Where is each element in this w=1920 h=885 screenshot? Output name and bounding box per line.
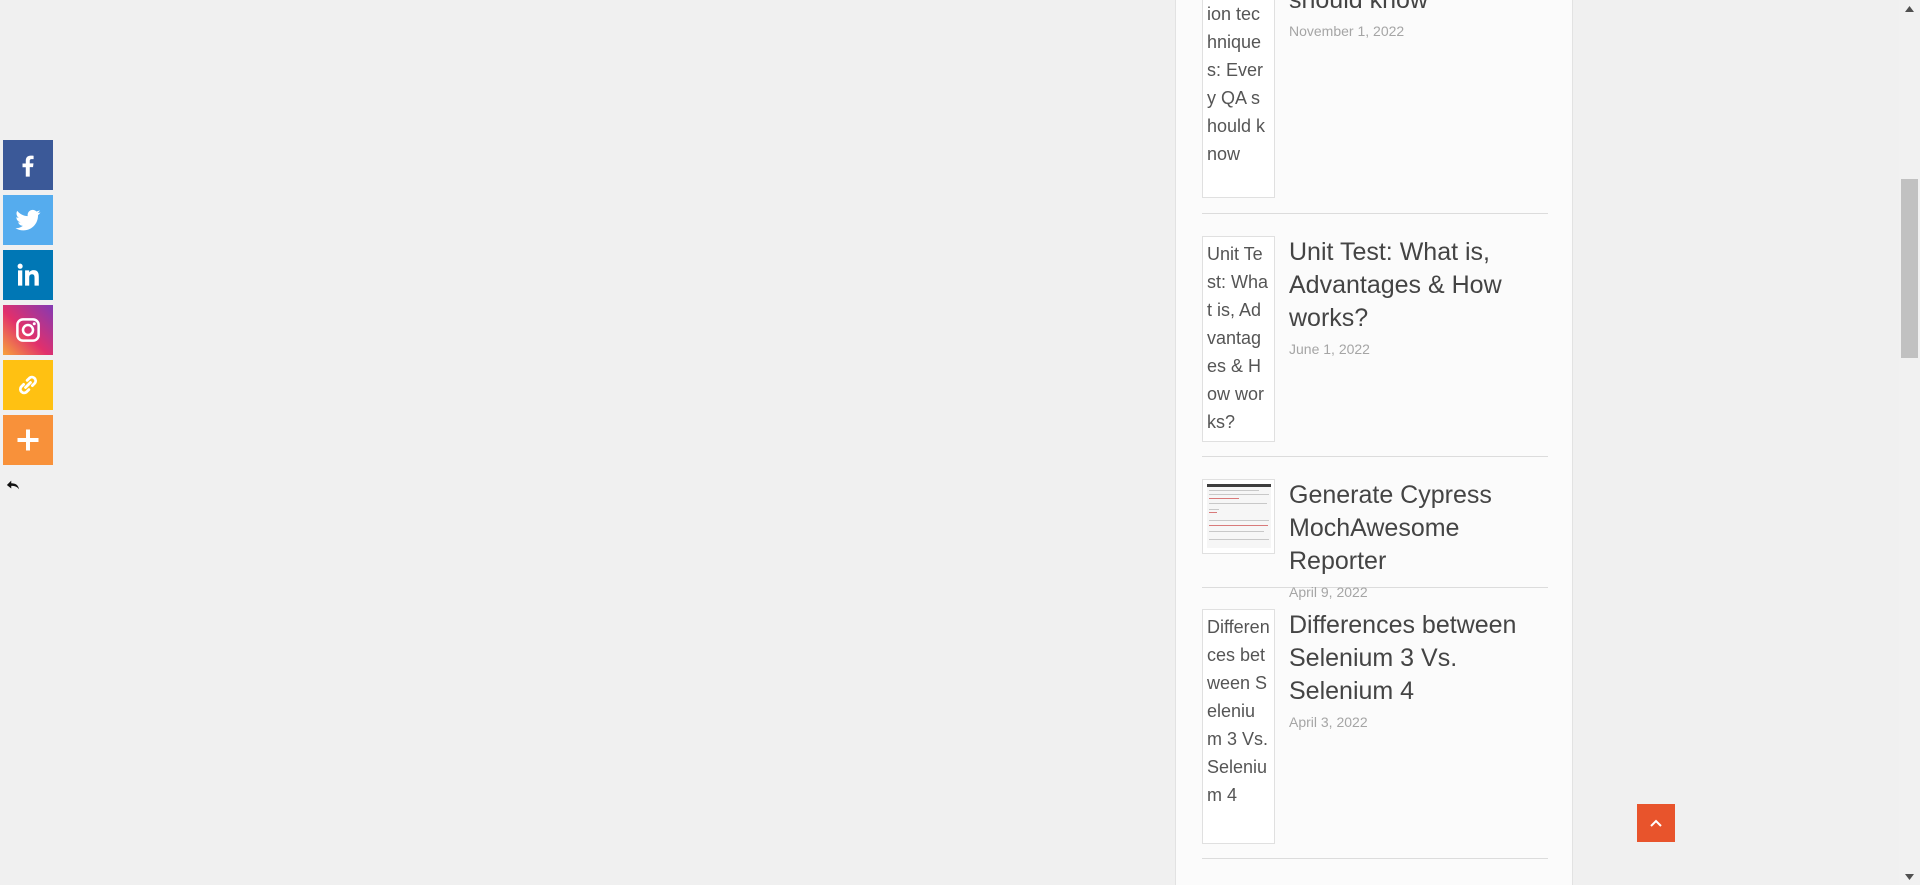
more-share-button[interactable] — [3, 415, 53, 465]
post-thumbnail-alt-text: Unit Test: What is, Advantages & How wor… — [1207, 244, 1269, 432]
scroll-down-button[interactable] — [1899, 868, 1920, 885]
post-thumbnail[interactable]: Differences between Selenium 3 Vs. Selen… — [1202, 609, 1275, 844]
hide-share-bar-button[interactable] — [5, 477, 21, 493]
post-thumbnail[interactable] — [1202, 479, 1275, 554]
post-thumbnail[interactable]: Unit Test: What is, Advantages & How wor… — [1202, 236, 1275, 442]
scrollbar-thumb[interactable] — [1901, 179, 1918, 358]
post-title-link[interactable]: Unit Test: What is, Advantages & How wor… — [1289, 236, 1551, 335]
back-to-top-button[interactable] — [1637, 804, 1675, 842]
post-thumbnail-alt-text: Differences between Selenium 3 Vs. Selen… — [1207, 617, 1270, 805]
twitter-share-button[interactable] — [3, 195, 53, 245]
post-thumbnail[interactable]: ion techniques: Every QA should know — [1202, 0, 1275, 198]
post-thumbnail-alt-text: ion techniques: Every QA should know — [1207, 4, 1266, 164]
scroll-up-button[interactable] — [1899, 0, 1920, 17]
link-icon — [19, 375, 37, 395]
recent-post-item: Unit Test: What is, Advantages & How wor… — [1202, 236, 1548, 457]
twitter-icon — [15, 209, 41, 231]
facebook-icon — [22, 155, 34, 177]
post-title-link[interactable]: should know — [1289, 0, 1551, 17]
scroll-down-arrow-icon — [1905, 873, 1914, 880]
facebook-share-button[interactable] — [3, 140, 53, 190]
recent-post-item: Generate Cypress MochAwesome Reporter Ap… — [1202, 479, 1548, 600]
post-title-link[interactable]: Differences between Selenium 3 Vs. Selen… — [1289, 609, 1551, 708]
page: ion techniques: Every QA should know sho… — [0, 0, 1920, 885]
hide-arrow-icon — [6, 480, 20, 490]
page-scrollbar[interactable] — [1899, 0, 1920, 885]
post-date: April 9, 2022 — [1289, 584, 1368, 600]
social-share-bar — [3, 140, 53, 493]
post-date: April 3, 2022 — [1289, 714, 1368, 730]
chevron-up-icon — [1650, 819, 1662, 827]
post-date: November 1, 2022 — [1289, 23, 1405, 39]
linkedin-share-button[interactable] — [3, 250, 53, 300]
copy-link-share-button[interactable] — [3, 360, 53, 410]
recent-post-item: Differences between Selenium 3 Vs. Selen… — [1202, 609, 1548, 859]
post-info: should know November 1, 2022 — [1289, 0, 1551, 39]
scroll-up-arrow-icon — [1905, 5, 1914, 12]
linkedin-icon — [17, 263, 39, 286]
post-info: Generate Cypress MochAwesome Reporter Ap… — [1289, 479, 1551, 600]
plus-icon — [17, 429, 39, 451]
recent-posts-widget: ion techniques: Every QA should know sho… — [1175, 0, 1573, 885]
post-info: Differences between Selenium 3 Vs. Selen… — [1289, 609, 1551, 730]
post-date: June 1, 2022 — [1289, 341, 1370, 357]
instagram-share-button[interactable] — [3, 305, 53, 355]
post-info: Unit Test: What is, Advantages & How wor… — [1289, 236, 1551, 357]
recent-post-item: ion techniques: Every QA should know sho… — [1202, 0, 1548, 214]
post-thumbnail-image — [1207, 484, 1271, 548]
instagram-icon — [16, 318, 40, 342]
post-title-link[interactable]: Generate Cypress MochAwesome Reporter — [1289, 479, 1551, 578]
